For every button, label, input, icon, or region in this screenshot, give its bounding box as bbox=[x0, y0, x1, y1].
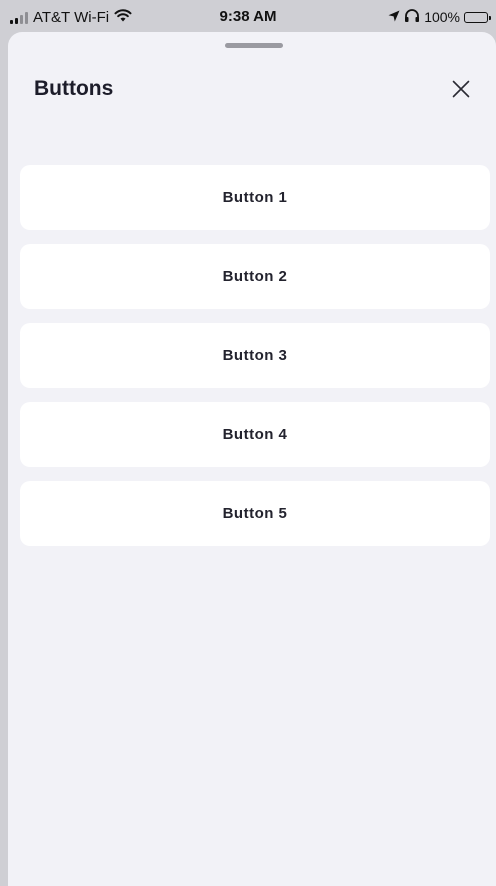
button-2[interactable]: Button 2 bbox=[20, 244, 490, 309]
location-arrow-icon bbox=[388, 9, 400, 25]
status-bar: AT&T Wi-Fi 9:38 AM 100% bbox=[0, 0, 496, 34]
battery-percent: 100% bbox=[424, 9, 460, 25]
status-right: 100% bbox=[388, 9, 491, 25]
close-icon bbox=[452, 80, 470, 98]
bottom-sheet: Buttons Button 1 Button 2 Button 3 Butto… bbox=[8, 32, 496, 886]
battery-icon bbox=[464, 11, 491, 23]
headphones-icon bbox=[404, 9, 420, 25]
button-5[interactable]: Button 5 bbox=[20, 481, 490, 546]
screen: AT&T Wi-Fi 9:38 AM 100% Buttons Button 1… bbox=[0, 0, 496, 886]
button-4[interactable]: Button 4 bbox=[20, 402, 490, 467]
close-button[interactable] bbox=[448, 76, 474, 102]
button-list: Button 1 Button 2 Button 3 Button 4 Butt… bbox=[20, 165, 490, 560]
sheet-title: Buttons bbox=[34, 77, 114, 100]
button-3[interactable]: Button 3 bbox=[20, 323, 490, 388]
button-1[interactable]: Button 1 bbox=[20, 165, 490, 230]
sheet-grabber-handle[interactable] bbox=[225, 43, 283, 48]
